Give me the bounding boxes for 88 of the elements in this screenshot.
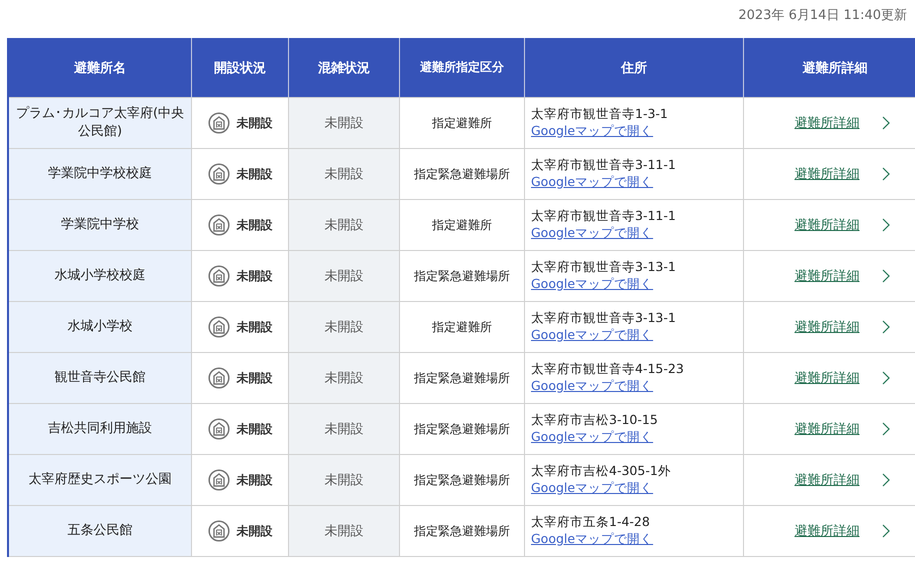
map-link[interactable]: Googleマップで開く (531, 225, 654, 240)
house-icon (208, 418, 230, 440)
chevron-right-icon (882, 524, 890, 538)
shelter-name-cell: 吉松共同利用施設 (8, 404, 192, 454)
shelter-name-cell: 水城小学校校庭 (8, 250, 192, 302)
address-text: 太宰府市観世音寺4-15-23 (531, 361, 685, 378)
detail-link[interactable]: 避難所詳細 (794, 471, 860, 489)
detail-link[interactable]: 避難所詳細 (794, 114, 860, 132)
shelter-name-cell: 観世音寺公民館 (8, 352, 192, 404)
congestion-cell: 未開設 (288, 148, 400, 200)
category-cell: 指定緊急避難場所 (400, 250, 524, 302)
category-cell: 指定緊急避難場所 (400, 404, 524, 454)
chevron-right-icon (882, 473, 890, 487)
category-cell: 指定緊急避難場所 (400, 506, 524, 556)
chevron-right-icon (882, 422, 890, 436)
house-icon (208, 469, 230, 491)
shelter-name-cell: 太宰府歴史スポーツ公園 (8, 454, 192, 506)
open-status: 未開設 (236, 318, 272, 336)
column-header: 混雑状況 (288, 38, 400, 98)
address-text: 太宰府市吉松3-10-15 (531, 412, 659, 429)
congestion-cell: 未開設 (288, 250, 400, 302)
house-icon (208, 367, 230, 389)
house-icon (208, 265, 230, 287)
open-status: 未開設 (236, 114, 272, 132)
map-link[interactable]: Googleマップで開く (531, 276, 654, 291)
open-status: 未開設 (236, 522, 272, 540)
chevron-right-icon (882, 218, 890, 232)
map-link[interactable]: Googleマップで開く (531, 378, 654, 393)
address-text: 太宰府市五条1-4-28 (531, 514, 651, 531)
shelter-name-cell: 五条公民館 (8, 506, 192, 556)
detail-link[interactable]: 避難所詳細 (794, 267, 860, 285)
chevron-right-icon (882, 320, 890, 334)
shelter-name-cell: 水城小学校 (8, 302, 192, 352)
detail-link[interactable]: 避難所詳細 (794, 369, 860, 387)
map-link[interactable]: Googleマップで開く (531, 123, 654, 138)
map-link[interactable]: Googleマップで開く (531, 480, 654, 495)
shelter-name-cell: 学業院中学校 (8, 200, 192, 250)
column-header: 住所 (524, 38, 744, 98)
column-header: 開設状況 (192, 38, 288, 98)
category-cell: 指定避難所 (400, 200, 524, 250)
congestion-cell: 未開設 (288, 98, 400, 148)
house-icon (208, 316, 230, 338)
house-icon (208, 214, 230, 236)
detail-link[interactable]: 避難所詳細 (794, 165, 860, 183)
detail-link[interactable]: 避難所詳細 (794, 216, 860, 234)
house-icon (208, 520, 230, 542)
map-link[interactable]: Googleマップで開く (531, 531, 654, 546)
address-text: 太宰府市観世音寺3-11-1 (531, 157, 677, 174)
address-text: 太宰府市観世音寺3-11-1 (531, 208, 677, 225)
detail-link[interactable]: 避難所詳細 (794, 318, 860, 336)
address-text: 太宰府市吉松4-305-1外 (531, 463, 672, 480)
category-cell: 指定避難所 (400, 98, 524, 148)
congestion-cell: 未開設 (288, 404, 400, 454)
category-cell: 指定避難所 (400, 302, 524, 352)
congestion-cell: 未開設 (288, 454, 400, 506)
column-header: 避難所名 (8, 38, 192, 98)
congestion-cell: 未開設 (288, 200, 400, 250)
open-status: 未開設 (236, 268, 272, 284)
open-status: 未開設 (236, 166, 272, 182)
congestion-cell: 未開設 (288, 302, 400, 352)
address-text: 太宰府市観世音寺3-13-1 (531, 310, 677, 327)
map-link[interactable]: Googleマップで開く (531, 174, 654, 189)
congestion-cell: 未開設 (288, 506, 400, 556)
chevron-right-icon (882, 116, 890, 130)
congestion-cell: 未開設 (288, 352, 400, 404)
detail-link[interactable]: 避難所詳細 (794, 522, 860, 540)
column-header: 避難所詳細 (744, 38, 915, 98)
chevron-right-icon (882, 269, 890, 283)
open-status: 未開設 (236, 216, 272, 234)
house-icon (208, 163, 230, 185)
chevron-right-icon (882, 167, 890, 181)
address-text: 太宰府市観世音寺1-3-1 (531, 106, 669, 123)
house-icon (208, 112, 230, 134)
open-status: 未開設 (236, 472, 272, 488)
shelter-name-cell: プラム･カルコア太宰府(中央公民館) (8, 98, 192, 148)
address-text: 太宰府市観世音寺3-13-1 (531, 259, 677, 276)
category-cell: 指定緊急避難場所 (400, 148, 524, 200)
open-status: 未開設 (236, 370, 272, 386)
map-link[interactable]: Googleマップで開く (531, 327, 654, 342)
category-cell: 指定緊急避難場所 (400, 454, 524, 506)
detail-link[interactable]: 避難所詳細 (794, 420, 860, 438)
category-cell: 指定緊急避難場所 (400, 352, 524, 404)
update-timestamp: 2023年 6月14日 11:40更新 (738, 7, 907, 25)
map-link[interactable]: Googleマップで開く (531, 429, 654, 444)
column-header: 避難所指定区分 (400, 38, 524, 98)
chevron-right-icon (882, 371, 890, 385)
open-status: 未開設 (236, 420, 272, 438)
shelter-name-cell: 学業院中学校校庭 (8, 148, 192, 200)
